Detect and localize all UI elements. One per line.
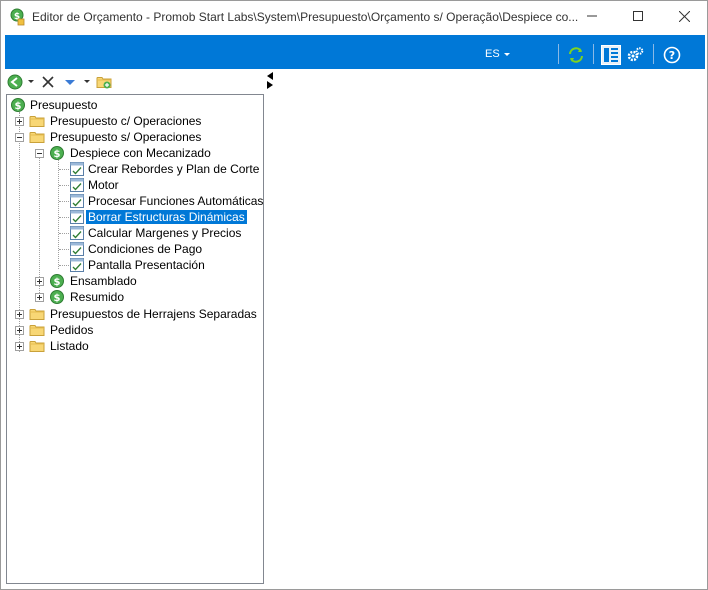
folder-open-icon [29, 129, 45, 145]
expand-icon[interactable] [15, 342, 24, 351]
tree-item-resumido[interactable]: Resumido [34, 289, 254, 305]
minimize-icon [587, 15, 597, 17]
language-selector[interactable]: ES [485, 48, 510, 60]
tree-toolbar [5, 71, 265, 93]
close-icon [678, 10, 690, 22]
tree-item-ensamblado[interactable]: Ensamblado [34, 273, 254, 289]
title-bar: $ Editor de Orçamento - Promob Start Lab… [1, 1, 707, 35]
tree-item-motor[interactable]: Motor [69, 177, 259, 193]
refresh-icon[interactable] [567, 46, 585, 64]
tree-item-label: Pedidos [50, 323, 94, 337]
tree-item-label: Ensamblado [70, 274, 137, 288]
task-icon [69, 193, 85, 209]
task-icon [69, 257, 85, 273]
folder-icon [29, 113, 45, 129]
collapse-icon[interactable] [35, 149, 44, 158]
tree-item-label: Resumido [70, 290, 125, 304]
expand-icon[interactable] [15, 326, 24, 335]
panel-collapse-handle[interactable] [265, 71, 275, 89]
toolbar-divider [558, 44, 559, 64]
task-icon [69, 177, 85, 193]
tree-item-presupuesto[interactable]: Presupuesto [10, 97, 250, 113]
toolbar-divider [653, 44, 654, 64]
layout-icon[interactable] [601, 45, 621, 65]
task-icon [69, 225, 85, 241]
delete-icon[interactable] [41, 74, 55, 90]
tree-item-despiece-con-mecanizado[interactable]: Despiece con Mecanizado [34, 145, 254, 161]
tree-item-label: Presupuesto [30, 98, 98, 112]
tree-item-presupuesto-s-operaciones[interactable]: Presupuesto s/ Operaciones [14, 129, 254, 145]
tree-connector [59, 233, 69, 234]
tree-view[interactable]: Presupuesto Presupuesto c/ Operaciones P… [6, 94, 264, 584]
tree-item-label: Procesar Funciones Automáticas [88, 194, 264, 208]
tree-connector [59, 201, 69, 202]
language-label: ES [485, 48, 500, 60]
tree-item-label: Motor [88, 178, 119, 192]
add-folder-icon[interactable] [96, 74, 112, 90]
tree-item-crear-rebordes[interactable]: Crear Rebordes y Plan de Corte [69, 161, 259, 177]
tree-connector [59, 265, 69, 266]
folder-icon [29, 338, 45, 354]
tree-item-label-selected: Borrar Estructuras Dinámicas [86, 210, 247, 224]
tree-item-presupuestos-herrajens[interactable]: Presupuestos de Herrajens Separadas [14, 306, 262, 322]
back-icon[interactable] [7, 74, 23, 90]
task-icon [69, 241, 85, 257]
tree-item-label: Presupuesto c/ Operaciones [50, 114, 202, 128]
toolbar-divider [593, 44, 594, 64]
tree-item-label: Pantalla Presentación [88, 258, 205, 272]
chevron-down-icon [503, 53, 510, 56]
minimize-button[interactable] [569, 1, 615, 31]
tree-item-label: Presupuestos de Herrajens Separadas [50, 307, 257, 321]
tree-item-presupuesto-c-operaciones[interactable]: Presupuesto c/ Operaciones [14, 113, 254, 129]
maximize-icon [633, 11, 643, 21]
tree-connector [59, 185, 69, 186]
chevron-down-icon[interactable] [84, 80, 90, 83]
svg-text:?: ? [669, 49, 675, 62]
tree-connector [58, 157, 59, 269]
tree-item-label: Presupuesto s/ Operaciones [50, 130, 202, 144]
tree-connector [59, 169, 69, 170]
editor-window: $ Editor de Orçamento - Promob Start Lab… [0, 0, 708, 590]
expand-icon[interactable] [35, 293, 44, 302]
tree-connector [59, 217, 69, 218]
tree-item-label: Calcular Margenes y Precios [88, 226, 242, 240]
tree-connector [59, 249, 69, 250]
tree-item-borrar-estructuras[interactable]: Borrar Estructuras Dinámicas [69, 209, 259, 225]
tree-item-label: Condiciones de Pago [88, 242, 203, 256]
tree-item-label: Despiece con Mecanizado [70, 146, 211, 160]
app-icon: $ [10, 8, 25, 26]
window-title: Editor de Orçamento - Promob Start Labs\… [32, 10, 579, 24]
dollar-icon [49, 289, 65, 305]
tree-item-listado[interactable]: Listado [14, 338, 254, 354]
tree-item-condiciones-pago[interactable]: Condiciones de Pago [69, 241, 259, 257]
chevron-down-icon[interactable] [28, 80, 34, 83]
tree-item-pantalla-presentacion[interactable]: Pantalla Presentación [69, 257, 259, 273]
tree-item-calcular-margenes[interactable]: Calcular Margenes y Precios [69, 225, 259, 241]
help-icon[interactable]: ? [663, 46, 681, 64]
move-down-icon[interactable] [63, 74, 77, 90]
tree-item-label: Listado [50, 339, 89, 353]
task-icon [69, 161, 85, 177]
dollar-icon [49, 145, 65, 161]
maximize-button[interactable] [615, 1, 661, 31]
tree-item-label: Crear Rebordes y Plan de Corte [88, 162, 260, 176]
dollar-icon [49, 273, 65, 289]
tree-item-procesar-funciones[interactable]: Procesar Funciones Automáticas [69, 193, 263, 209]
expand-icon[interactable] [15, 310, 24, 319]
content-area [276, 71, 704, 586]
expand-icon[interactable] [15, 117, 24, 126]
task-icon [69, 209, 85, 225]
expand-icon[interactable] [35, 277, 44, 286]
close-button[interactable] [661, 1, 707, 31]
folder-icon [29, 322, 45, 338]
tree-item-pedidos[interactable]: Pedidos [14, 322, 254, 338]
collapse-icon[interactable] [15, 133, 24, 142]
folder-icon [29, 306, 45, 322]
settings-icon[interactable] [626, 46, 644, 64]
dollar-icon [10, 97, 26, 113]
main-toolbar: ES ? [5, 35, 705, 69]
